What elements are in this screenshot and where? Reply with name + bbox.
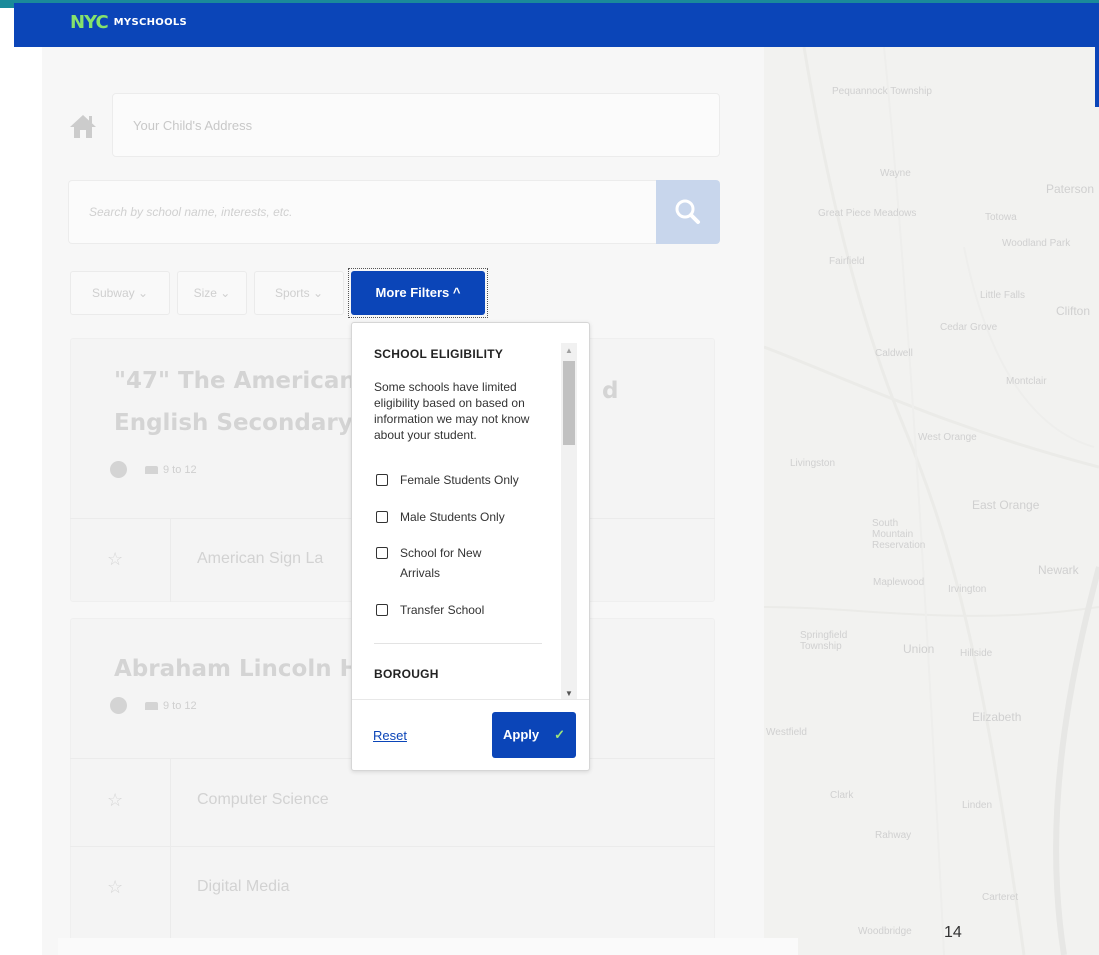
option-label: Transfer School	[400, 603, 485, 617]
sports-filter-button[interactable]: Sports ⌄	[254, 271, 344, 315]
map-label: Cedar Grove	[940, 322, 998, 333]
program-name[interactable]: Digital Media	[197, 878, 289, 896]
address-placeholder: Your Child's Address	[133, 118, 253, 133]
map-label: Clark	[830, 790, 854, 801]
map-label: Caldwell	[875, 348, 913, 359]
app-screen: NYC MYSCHOOLS Your Child's Address Searc…	[0, 0, 1099, 955]
favorite-star-icon[interactable]: ☆	[107, 790, 123, 811]
map-label: Wayne	[880, 168, 911, 179]
graduation-cap-icon	[145, 465, 158, 474]
map-label: Hillside	[960, 648, 993, 659]
filter-option-new-arrivals[interactable]: School for New Arrivals	[376, 543, 536, 583]
myschools-logo[interactable]: NYC MYSCHOOLS	[70, 12, 187, 33]
borough-heading: BOROUGH	[374, 667, 439, 681]
school-meta: 9 to 12	[110, 461, 197, 478]
map-label: East Orange	[972, 498, 1040, 512]
favorite-star-icon[interactable]: ☆	[107, 549, 123, 570]
accessibility-icon	[110, 461, 127, 478]
school-title-line2[interactable]: English Secondary	[114, 404, 353, 442]
myschools-wordmark: MYSCHOOLS	[113, 17, 188, 28]
map-label: Elizabeth	[972, 710, 1022, 724]
checkbox[interactable]	[376, 547, 388, 559]
subway-filter-button[interactable]: Subway ⌄	[70, 271, 170, 315]
program-divider	[170, 518, 171, 602]
apply-label: Apply	[503, 727, 540, 742]
scrollbar-thumb[interactable]	[563, 361, 575, 445]
map-label: Newark	[1038, 563, 1079, 577]
school-meta: 9 to 12	[110, 697, 197, 714]
map-label: Linden	[962, 800, 993, 811]
filter-scroll-area[interactable]: SCHOOL ELIGIBILITY Some schools have lim…	[352, 323, 591, 699]
map-label: Montclair	[1006, 376, 1047, 387]
map-label: Carteret	[982, 892, 1019, 903]
map-label: Springfield Township	[800, 630, 848, 652]
option-label: School for New Arrivals	[400, 546, 482, 580]
map-label: Union	[903, 642, 935, 656]
footer-bar	[58, 938, 798, 955]
option-label: Male Students Only	[400, 510, 505, 524]
map-label: Great Piece Meadows	[818, 208, 917, 219]
map-label: Woodbridge	[858, 926, 912, 937]
checkbox[interactable]	[376, 604, 388, 616]
check-icon: ✓	[554, 727, 565, 742]
map-label: Irvington	[948, 584, 987, 595]
map-label: South Mountain Reservation	[872, 518, 926, 551]
left-rail	[14, 47, 42, 955]
favorite-star-icon[interactable]: ☆	[107, 877, 123, 898]
page-number: 14	[944, 924, 962, 941]
map-label: Westfield	[766, 727, 807, 738]
program-name[interactable]: American Sign La	[197, 550, 323, 568]
map-label: Clifton	[1056, 304, 1091, 318]
apply-button[interactable]: Apply ✓	[492, 712, 576, 758]
eligibility-description: Some schools have limited eligibility ba…	[374, 380, 530, 442]
section-divider	[374, 643, 542, 644]
filter-option-transfer-school[interactable]: Transfer School	[376, 600, 484, 620]
school-title[interactable]: "47" The American	[114, 362, 356, 400]
option-label: Female Students Only	[400, 473, 519, 487]
school-title[interactable]: Abraham Lincoln H	[114, 650, 359, 688]
header-accent	[0, 0, 14, 8]
map-label: Pequannock Township	[832, 86, 932, 97]
search-icon	[675, 199, 700, 224]
checkbox[interactable]	[376, 511, 388, 523]
map-label: Livingston	[790, 458, 836, 469]
grade-range: 9 to 12	[163, 463, 197, 476]
accessibility-icon	[110, 697, 127, 714]
graduation-cap-icon	[145, 701, 158, 710]
more-filters-popup: SCHOOL ELIGIBILITY Some schools have lim…	[351, 322, 590, 771]
map-label: Rahway	[875, 830, 912, 841]
home-icon	[70, 115, 96, 138]
school-search-input[interactable]: Search by school name, interests, etc.	[68, 180, 658, 244]
scroll-up-arrow-icon[interactable]: ▲	[562, 345, 576, 357]
map-label: Totowa	[985, 212, 1017, 223]
more-filters-button[interactable]: More Filters ^	[351, 271, 485, 315]
map-label: Fairfield	[829, 256, 865, 267]
scroll-down-arrow-icon[interactable]: ▼	[562, 689, 576, 699]
school-title-tail: d	[602, 378, 619, 404]
program-name[interactable]: Computer Science	[197, 791, 329, 809]
map-label: Little Falls	[980, 290, 1026, 301]
search-placeholder: Search by school name, interests, etc.	[89, 205, 293, 219]
top-header: NYC MYSCHOOLS	[14, 0, 1099, 47]
reset-link[interactable]: Reset	[373, 728, 407, 743]
program-divider-row	[70, 846, 715, 847]
filter-option-male-only[interactable]: Male Students Only	[376, 507, 505, 527]
checkbox[interactable]	[376, 474, 388, 486]
map-label: Woodland Park	[1002, 238, 1071, 249]
popup-footer-divider	[352, 699, 589, 700]
map-label: Maplewood	[873, 577, 925, 588]
search-button[interactable]	[656, 180, 720, 244]
grade-range: 9 to 12	[163, 699, 197, 712]
program-divider	[170, 758, 171, 955]
filter-option-female-only[interactable]: Female Students Only	[376, 470, 519, 490]
size-filter-button[interactable]: Size ⌄	[177, 271, 247, 315]
map-label: West Orange	[918, 432, 977, 443]
nyc-logo-mark: NYC	[70, 12, 109, 33]
school-eligibility-heading: SCHOOL ELIGIBILITY	[374, 347, 504, 361]
address-input[interactable]: Your Child's Address	[112, 93, 720, 157]
map-edge-accent	[1095, 47, 1099, 107]
map-label: Paterson	[1046, 182, 1095, 196]
